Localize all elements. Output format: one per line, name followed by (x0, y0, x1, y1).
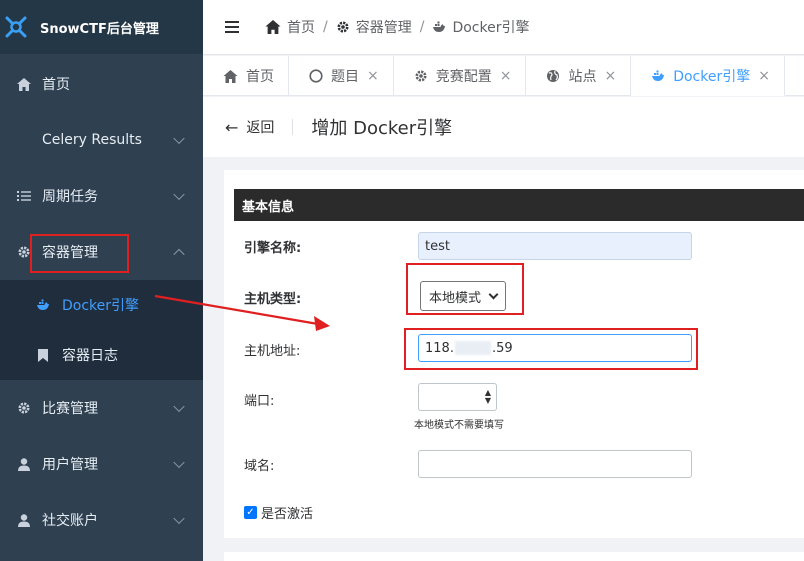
annotation-arrow (154, 294, 330, 331)
